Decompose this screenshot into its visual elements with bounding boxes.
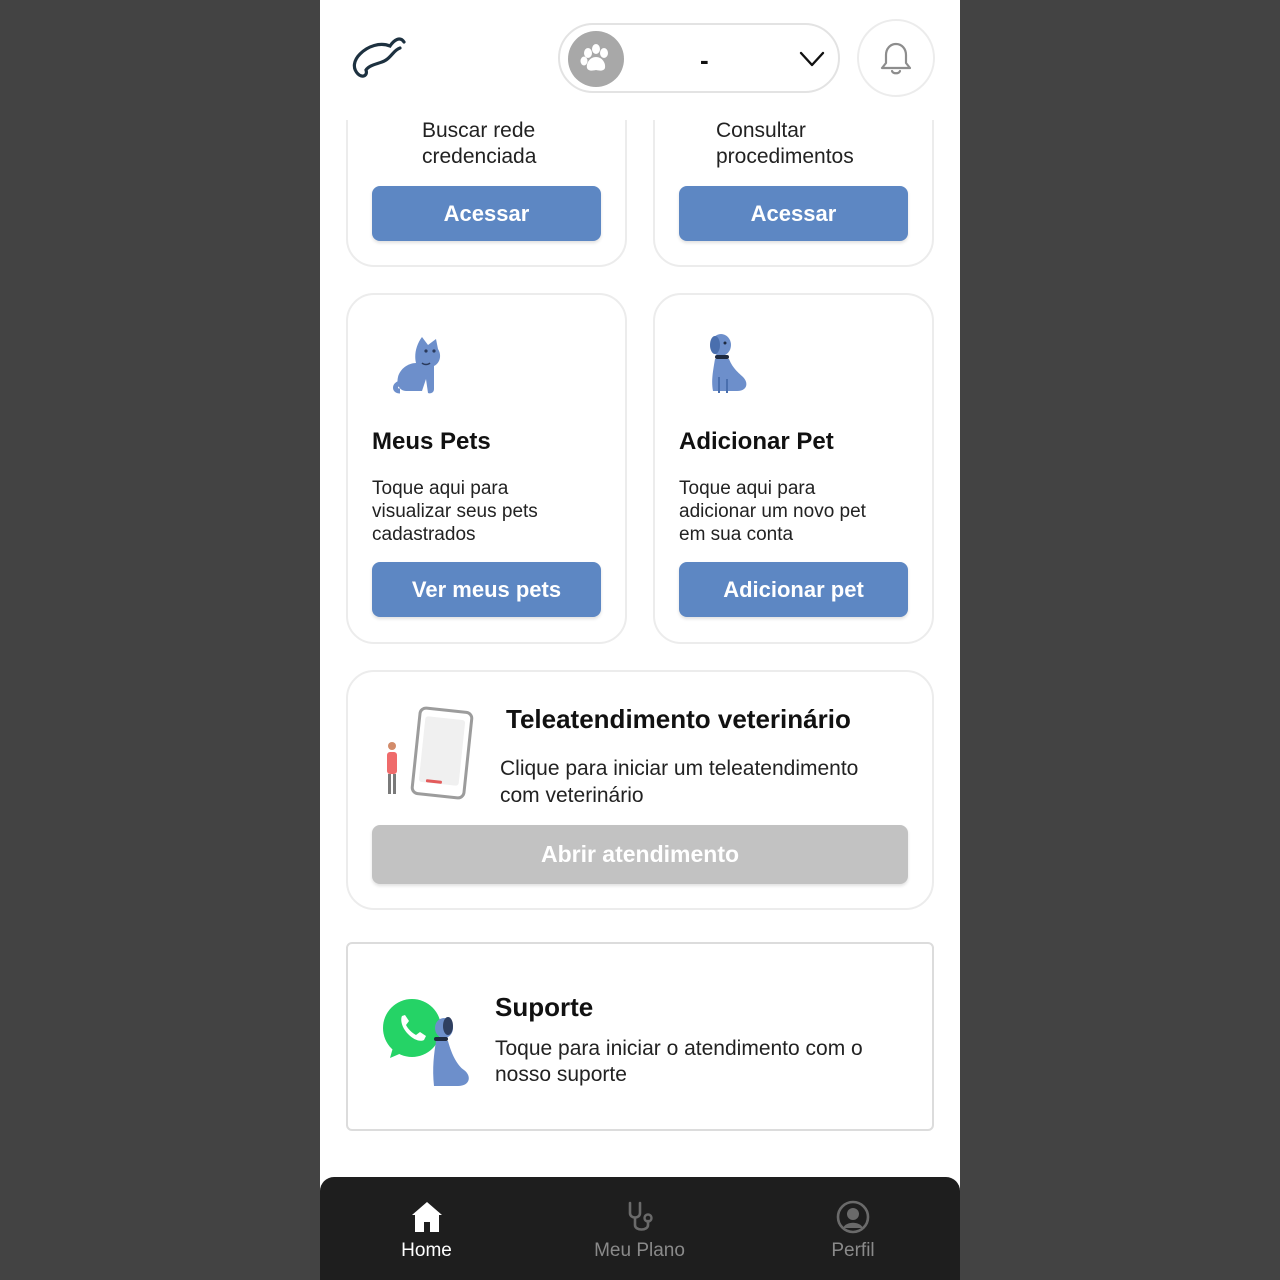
card-buscar-rede-text-1: Buscar rede (422, 119, 536, 142)
meus-pets-desc-1: Toque aqui para (372, 478, 509, 499)
adicionar-pet-title: Adicionar Pet (679, 428, 834, 455)
meus-pets-desc-3: cadastrados (372, 524, 476, 545)
abrir-atendimento-button[interactable]: Abrir atendimento (372, 825, 908, 884)
pet-selector-dropdown[interactable]: - (558, 23, 840, 93)
meus-pets-title: Meus Pets (372, 428, 491, 455)
card-consultar-text-1: Consultar (716, 119, 806, 142)
card-buscar-rede-text-2: credenciada (422, 145, 537, 168)
notifications-button[interactable] (857, 19, 935, 97)
adicionar-pet-button[interactable]: Adicionar pet (679, 562, 908, 617)
adicionar-pet-desc-2: adicionar um novo pet (679, 501, 866, 522)
suporte-desc-1: Toque para iniciar o atendimento com o (495, 1037, 863, 1060)
logo-icon (352, 37, 406, 78)
nav-label-perfil: Perfil (831, 1240, 875, 1261)
adicionar-pet-desc-1: Toque aqui para (679, 478, 816, 499)
tele-desc-1: Clique para iniciar um teleatendimento (500, 757, 859, 780)
consultar-procedimentos-access-button[interactable]: Acessar (679, 186, 908, 241)
tele-title: Teleatendimento veterinário (506, 704, 851, 734)
card-teleatendimento[interactable]: Teleatendimento veterinário Clique para … (346, 670, 934, 910)
card-consultar-text-2: procedimentos (716, 145, 854, 168)
app-header: - (320, 0, 960, 120)
selected-pet-name: - (700, 45, 709, 75)
profile-icon (836, 1200, 870, 1234)
paw-icon (568, 31, 624, 87)
dog-icon (710, 334, 747, 393)
stethoscope-icon (628, 1201, 653, 1231)
bottom-navigation: Home Meu Plano Perfil (320, 1177, 960, 1280)
home-icon (411, 1202, 442, 1232)
suporte-title: Suporte (495, 992, 594, 1022)
chevron-down-icon (799, 51, 825, 67)
phone-illustration-icon (387, 706, 474, 800)
nav-item-meu-plano[interactable]: Meu Plano (533, 1177, 746, 1280)
nav-item-home[interactable]: Home (320, 1177, 533, 1280)
nav-label-home: Home (401, 1240, 452, 1261)
cat-icon (393, 337, 441, 394)
phone-screen: Buscar rede credenciada Acessar Consulta… (320, 0, 960, 1280)
ver-meus-pets-button[interactable]: Ver meus pets (372, 562, 601, 617)
whatsapp-dog-icon (379, 995, 469, 1086)
card-meus-pets[interactable]: Meus Pets Toque aqui para visualizar seu… (346, 293, 627, 644)
tele-desc-2: com veterinário (500, 784, 644, 807)
nav-item-perfil[interactable]: Perfil (746, 1177, 960, 1280)
meus-pets-desc-2: visualizar seus pets (372, 501, 538, 522)
buscar-rede-access-button[interactable]: Acessar (372, 186, 601, 241)
card-adicionar-pet[interactable]: Adicionar Pet Toque aqui para adicionar … (653, 293, 934, 644)
nav-label-meu-plano: Meu Plano (594, 1240, 685, 1261)
bell-icon (880, 42, 912, 75)
suporte-desc-2: nosso suporte (495, 1063, 627, 1086)
card-suporte[interactable]: Suporte Toque para iniciar o atendimento… (346, 942, 934, 1131)
adicionar-pet-desc-3: em sua conta (679, 524, 794, 545)
